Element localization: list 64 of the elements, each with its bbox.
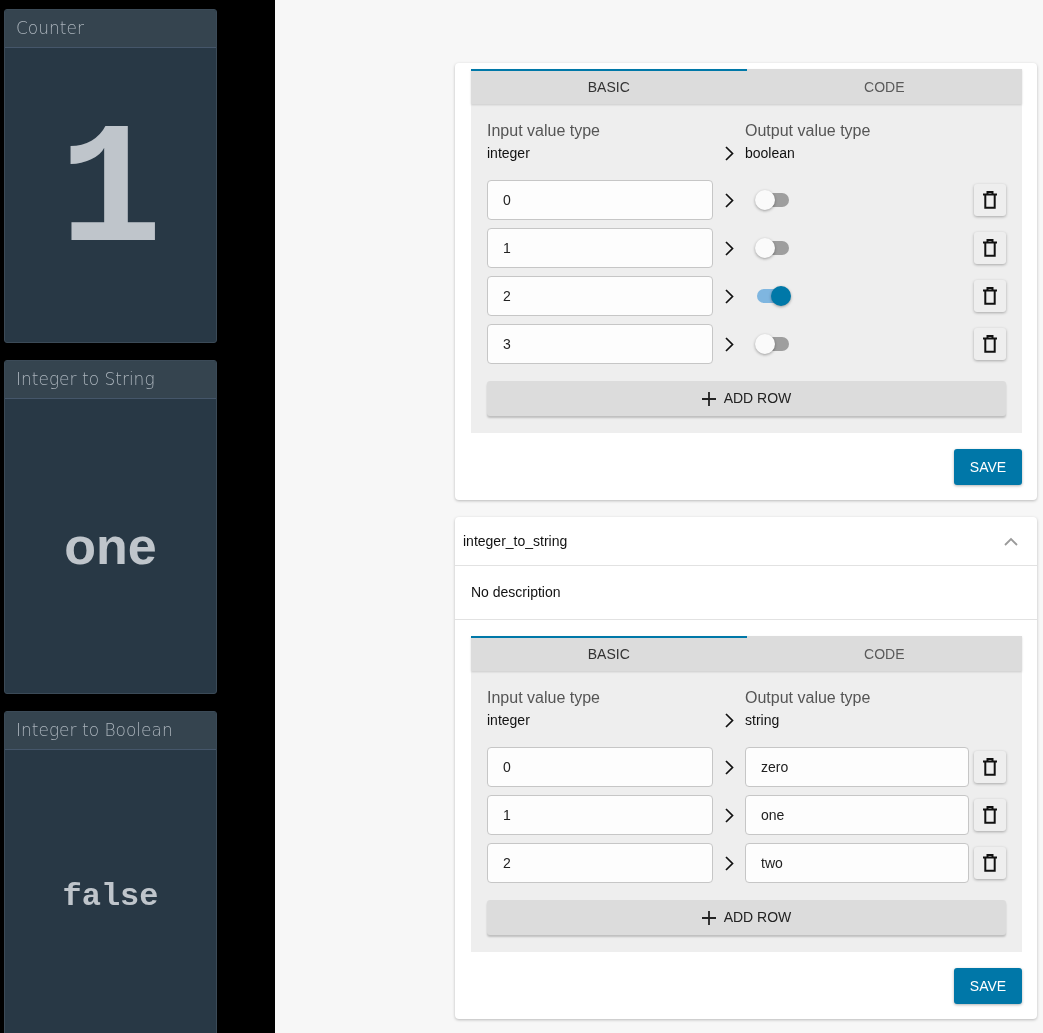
input-field[interactable]: 0 <box>487 180 713 220</box>
trash-icon <box>983 191 997 209</box>
widget-value: one <box>64 520 157 572</box>
tab[interactable]: CODE <box>746 69 1022 104</box>
type-value: string <box>745 711 781 729</box>
save-button[interactable]: SAVE <box>954 449 1022 485</box>
add-row-button[interactable]: ADD ROW <box>487 381 1006 416</box>
plus-icon <box>701 391 716 406</box>
delete-button[interactable] <box>974 184 1006 216</box>
chevron-right-icon <box>724 807 734 823</box>
input-field[interactable]: one <box>745 795 969 835</box>
trash-icon <box>983 335 997 353</box>
type-value: integer <box>487 711 531 729</box>
type-value: integer <box>487 144 531 162</box>
input-field[interactable]: 1 <box>487 228 713 268</box>
field-label: Input value type <box>487 688 601 708</box>
chevron-up-icon[interactable] <box>1004 536 1018 546</box>
delete-button[interactable] <box>974 328 1006 360</box>
widget-title: Integer to Boolean <box>5 712 216 750</box>
tab[interactable]: CODE <box>746 636 1022 671</box>
widget-value: false <box>62 881 159 913</box>
trash-icon <box>983 287 997 305</box>
panel-title: integer_to_string <box>463 531 568 551</box>
trash-icon <box>983 758 997 776</box>
chevron-right-icon <box>724 336 734 352</box>
delete-button[interactable] <box>974 847 1006 879</box>
add-row-button[interactable]: ADD ROW <box>487 900 1006 935</box>
type-value: boolean <box>745 144 796 162</box>
input-field[interactable]: 2 <box>487 276 713 316</box>
toggle-switch[interactable] <box>755 334 791 354</box>
trash-icon <box>983 806 997 824</box>
input-field[interactable]: two <box>745 843 969 883</box>
input-field[interactable]: zero <box>745 747 969 787</box>
chevron-right-icon <box>724 240 734 256</box>
chevron-right-icon <box>724 759 734 775</box>
tab[interactable]: BASIC <box>471 69 747 104</box>
tab[interactable]: BASIC <box>471 636 747 671</box>
description-text: No description <box>471 583 561 602</box>
widget-value: 1 <box>58 109 163 281</box>
delete-button[interactable] <box>974 751 1006 783</box>
plus-icon <box>701 910 716 925</box>
widget-title: Counter <box>5 10 216 48</box>
chevron-right-icon <box>724 288 734 304</box>
input-field[interactable]: 3 <box>487 324 713 364</box>
trash-icon <box>983 854 997 872</box>
delete-button[interactable] <box>974 232 1006 264</box>
input-field[interactable]: 1 <box>487 795 713 835</box>
chevron-right-icon <box>724 145 734 161</box>
toggle-switch[interactable] <box>755 238 791 258</box>
field-label: Input value type <box>487 121 601 141</box>
save-button[interactable]: SAVE <box>954 968 1022 1004</box>
toggle-switch[interactable] <box>755 286 791 306</box>
chevron-right-icon <box>724 712 734 728</box>
delete-button[interactable] <box>974 280 1006 312</box>
input-field[interactable]: 0 <box>487 747 713 787</box>
toggle-switch[interactable] <box>755 190 791 210</box>
chevron-right-icon <box>724 855 734 871</box>
field-label: Output value type <box>745 688 872 708</box>
chevron-right-icon <box>724 192 734 208</box>
delete-button[interactable] <box>974 799 1006 831</box>
widget-title: Integer to String <box>5 361 216 399</box>
input-field[interactable]: 2 <box>487 843 713 883</box>
field-label: Output value type <box>745 121 872 141</box>
trash-icon <box>983 239 997 257</box>
